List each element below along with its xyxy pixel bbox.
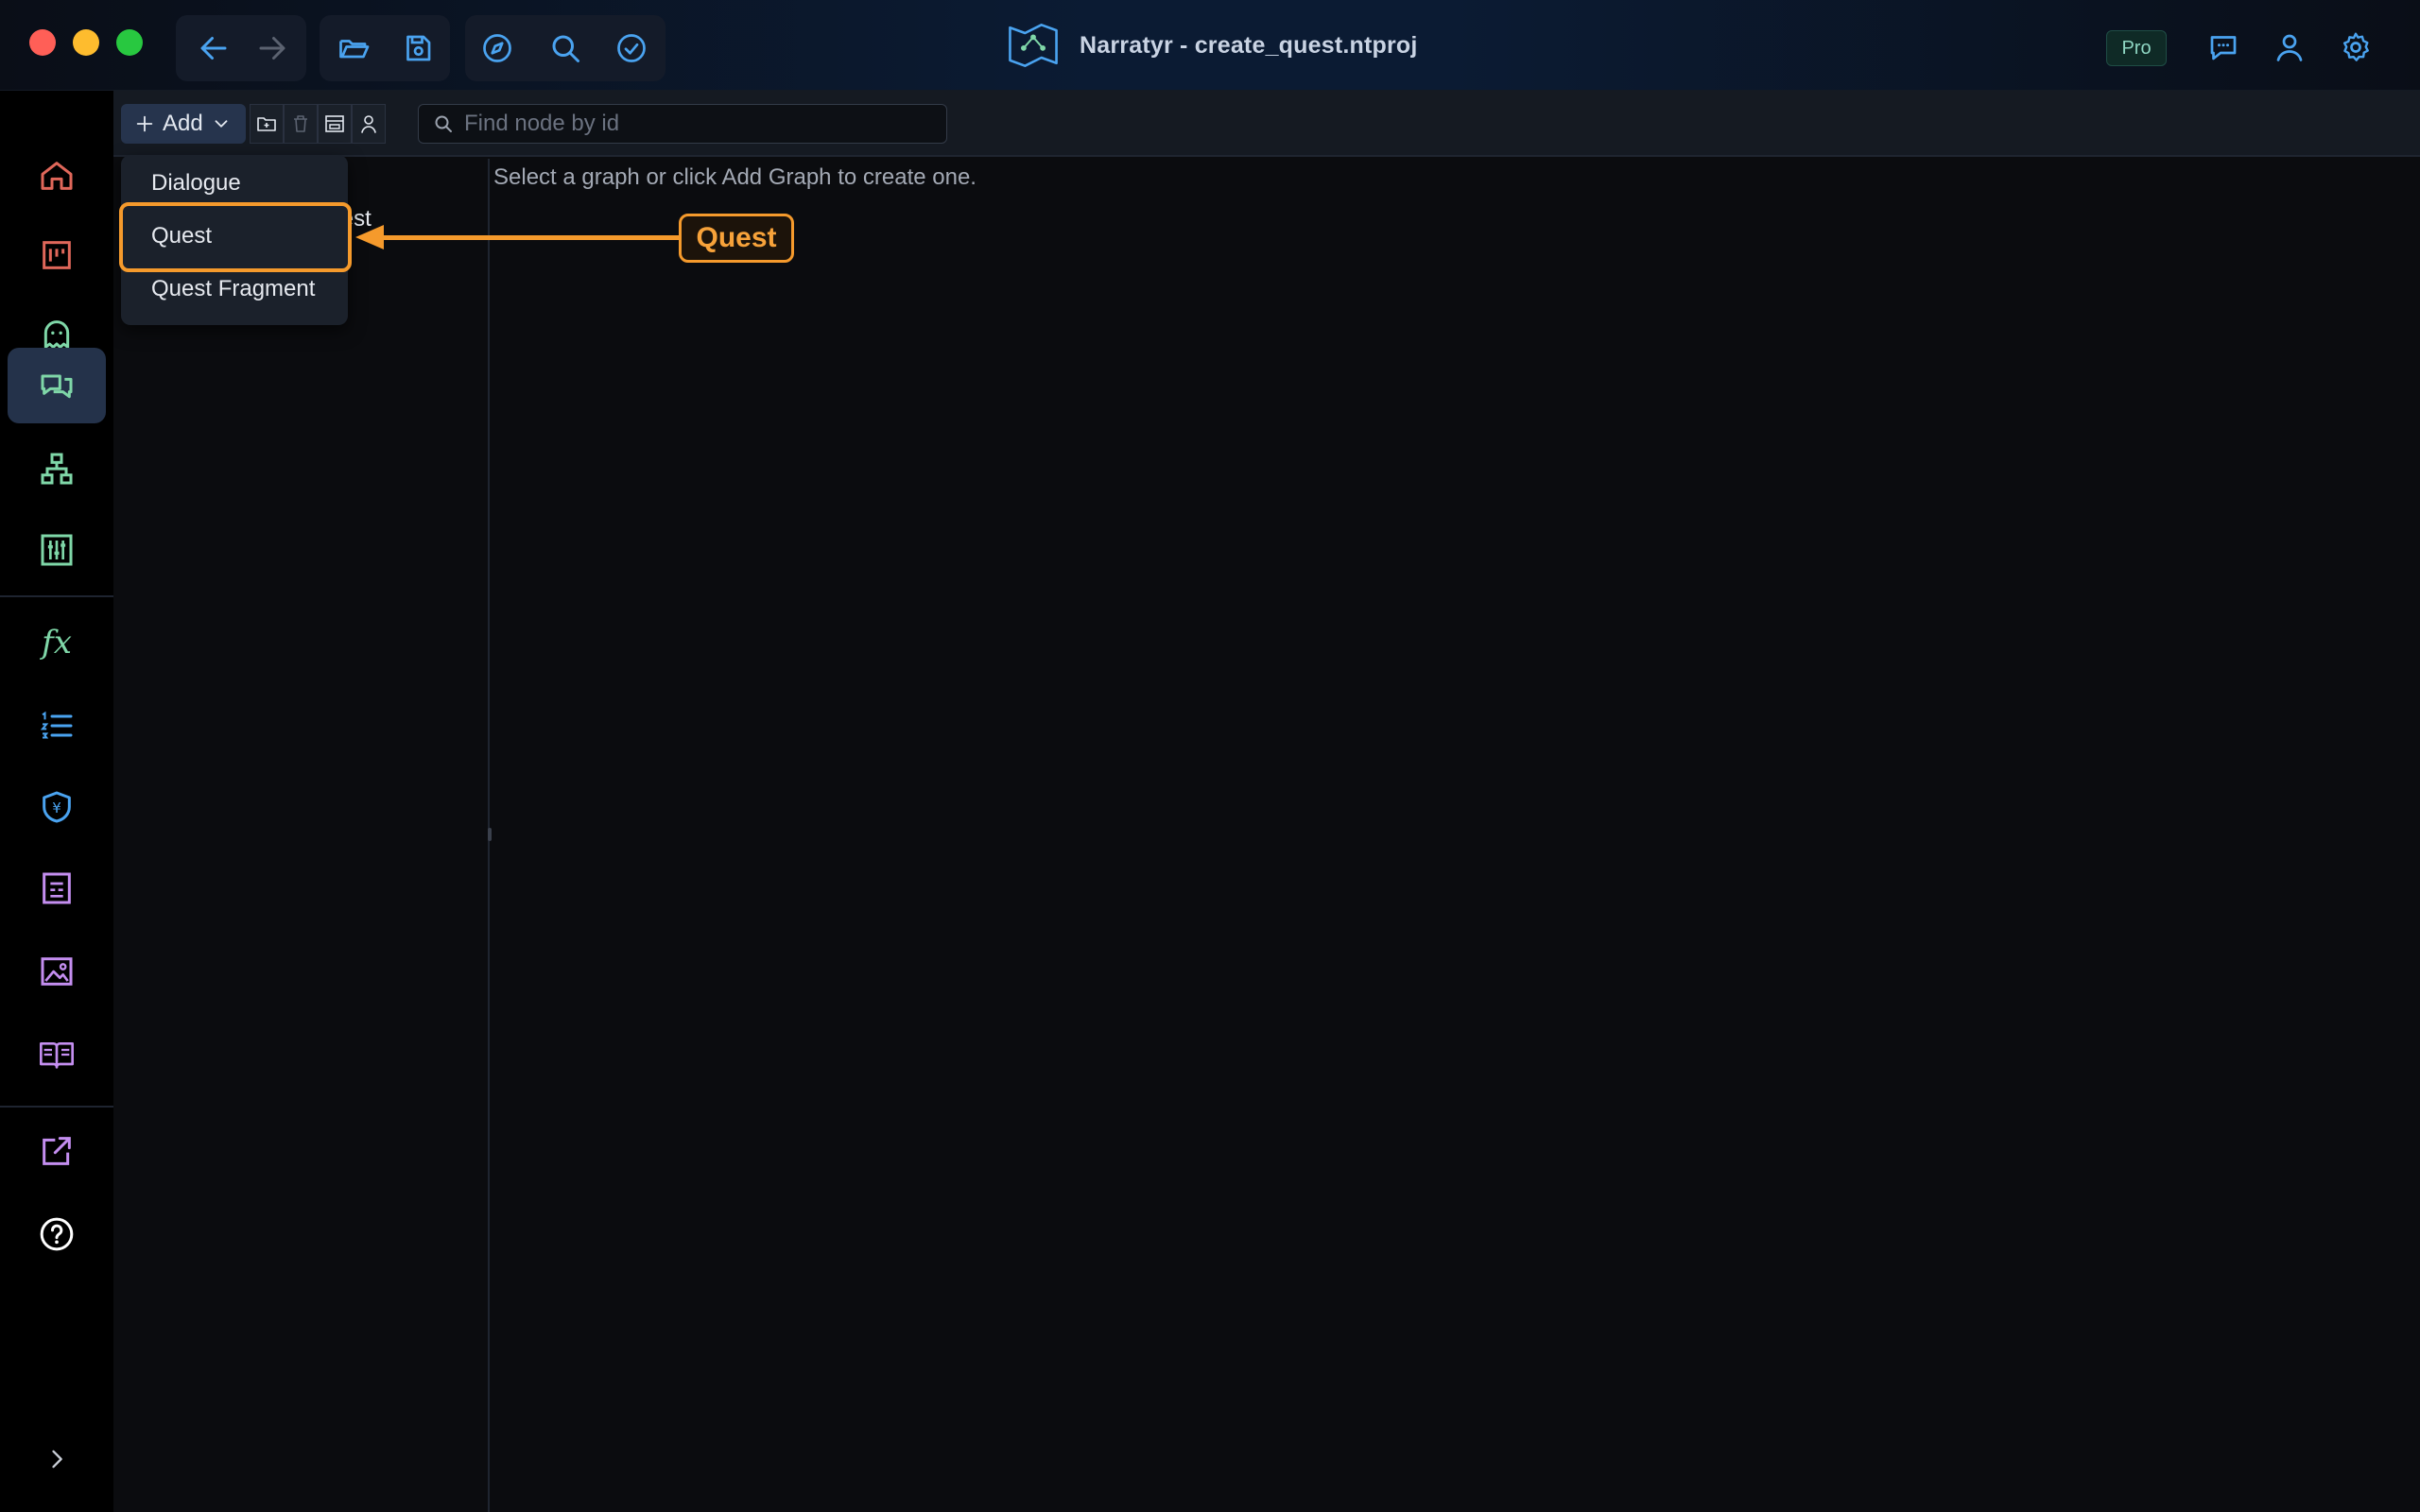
maximize-window-button[interactable] <box>116 29 143 56</box>
left-nav: fx ¥ <box>0 91 113 1512</box>
nav-hierarchy[interactable] <box>8 431 106 507</box>
home-icon <box>41 162 73 190</box>
file-button-group <box>320 15 450 81</box>
add-button[interactable]: Add <box>121 104 246 144</box>
nav-divider <box>0 595 113 597</box>
nav-economy[interactable]: ¥ <box>8 769 106 845</box>
validate-button[interactable] <box>611 27 652 69</box>
collapse-sidebar-button[interactable] <box>8 1431 106 1487</box>
assign-character-button[interactable] <box>352 104 386 144</box>
dialogue-icon <box>41 374 73 399</box>
node-search[interactable] <box>418 104 947 144</box>
plus-icon <box>136 115 153 132</box>
nav-board[interactable] <box>8 217 106 293</box>
search-icon <box>435 115 452 132</box>
user-icon <box>361 115 376 133</box>
archive-icon <box>325 115 344 132</box>
graph-list-panel <box>113 159 490 1512</box>
sliders-icon <box>41 534 73 566</box>
folder-plus-icon <box>257 117 276 131</box>
nav-dialogues[interactable] <box>8 348 106 423</box>
hierarchy-icon <box>41 453 73 485</box>
nav-assets[interactable] <box>8 934 106 1009</box>
empty-state-message: Select a graph or click Add Graph to cre… <box>493 164 977 190</box>
callout-arrow-head <box>355 225 384 249</box>
nav-documents[interactable] <box>8 850 106 926</box>
chevron-right-icon <box>52 1450 62 1469</box>
nav-export[interactable] <box>8 1113 106 1189</box>
function-icon: fx <box>42 624 72 662</box>
nav-home[interactable] <box>8 138 106 214</box>
account-button[interactable] <box>2269 26 2310 68</box>
pro-badge: Pro <box>2106 30 2167 66</box>
callout-arrow-line <box>365 235 681 240</box>
title-bar: Narratyr - create_quest.ntproj Pro <box>0 0 2420 91</box>
currency-shield-icon: ¥ <box>43 791 71 823</box>
graph-editor-area: Select a graph or click Add Graph to cre… <box>492 159 2420 1512</box>
add-button-label: Add <box>163 111 203 136</box>
forward-arrow-icon <box>259 37 285 60</box>
folder-open-icon <box>339 40 370 59</box>
chat-button[interactable] <box>2203 26 2244 68</box>
open-project-button[interactable] <box>333 27 374 69</box>
check-circle-icon <box>617 34 646 62</box>
settings-button[interactable] <box>2335 26 2377 68</box>
menu-item-quest-fragment[interactable]: Quest Fragment <box>151 276 315 302</box>
search-icon <box>552 35 579 62</box>
user-icon <box>2276 34 2303 61</box>
save-button[interactable] <box>397 27 439 69</box>
forward-button[interactable] <box>251 27 293 69</box>
nav-variables[interactable] <box>8 512 106 588</box>
tools-button-group <box>465 15 666 81</box>
help-icon <box>40 1217 74 1251</box>
compass-icon <box>483 34 511 62</box>
nav-divider <box>0 1106 113 1108</box>
node-search-input[interactable] <box>464 111 937 137</box>
close-window-button[interactable] <box>29 29 56 56</box>
menu-item-dialogue[interactable]: Dialogue <box>151 170 241 197</box>
document-icon <box>43 872 71 904</box>
chevron-down-icon <box>215 120 228 128</box>
trash-icon <box>294 115 307 132</box>
new-folder-button[interactable] <box>250 104 284 144</box>
export-icon <box>43 1137 71 1165</box>
graph-toolbar: Add <box>113 91 2420 157</box>
svg-text:¥: ¥ <box>52 799 61 816</box>
image-icon <box>41 957 73 986</box>
chat-icon <box>2210 36 2237 60</box>
numbered-list-icon <box>40 711 73 739</box>
window-title-area: Narratyr - create_quest.ntproj <box>1006 19 1418 72</box>
history-button-group <box>176 15 306 81</box>
callout-label: Quest <box>679 214 794 263</box>
nav-help[interactable] <box>8 1196 106 1272</box>
save-icon <box>406 35 431 61</box>
gear-icon <box>2342 32 2369 61</box>
search-button[interactable] <box>544 27 586 69</box>
narratyr-logo-icon <box>1009 24 1058 67</box>
quest-highlight-box <box>119 202 352 272</box>
navigate-button[interactable] <box>476 27 518 69</box>
minimize-window-button[interactable] <box>73 29 99 56</box>
nav-functions[interactable]: fx <box>8 605 106 680</box>
nav-library[interactable] <box>8 1017 106 1092</box>
delete-button[interactable] <box>284 104 318 144</box>
back-button[interactable] <box>193 27 234 69</box>
back-arrow-icon <box>200 37 227 60</box>
book-icon <box>40 1042 74 1069</box>
nav-enums[interactable] <box>8 688 106 764</box>
window-title: Narratyr - create_quest.ntproj <box>1080 31 1418 59</box>
board-icon <box>43 241 71 269</box>
archive-button[interactable] <box>318 104 352 144</box>
